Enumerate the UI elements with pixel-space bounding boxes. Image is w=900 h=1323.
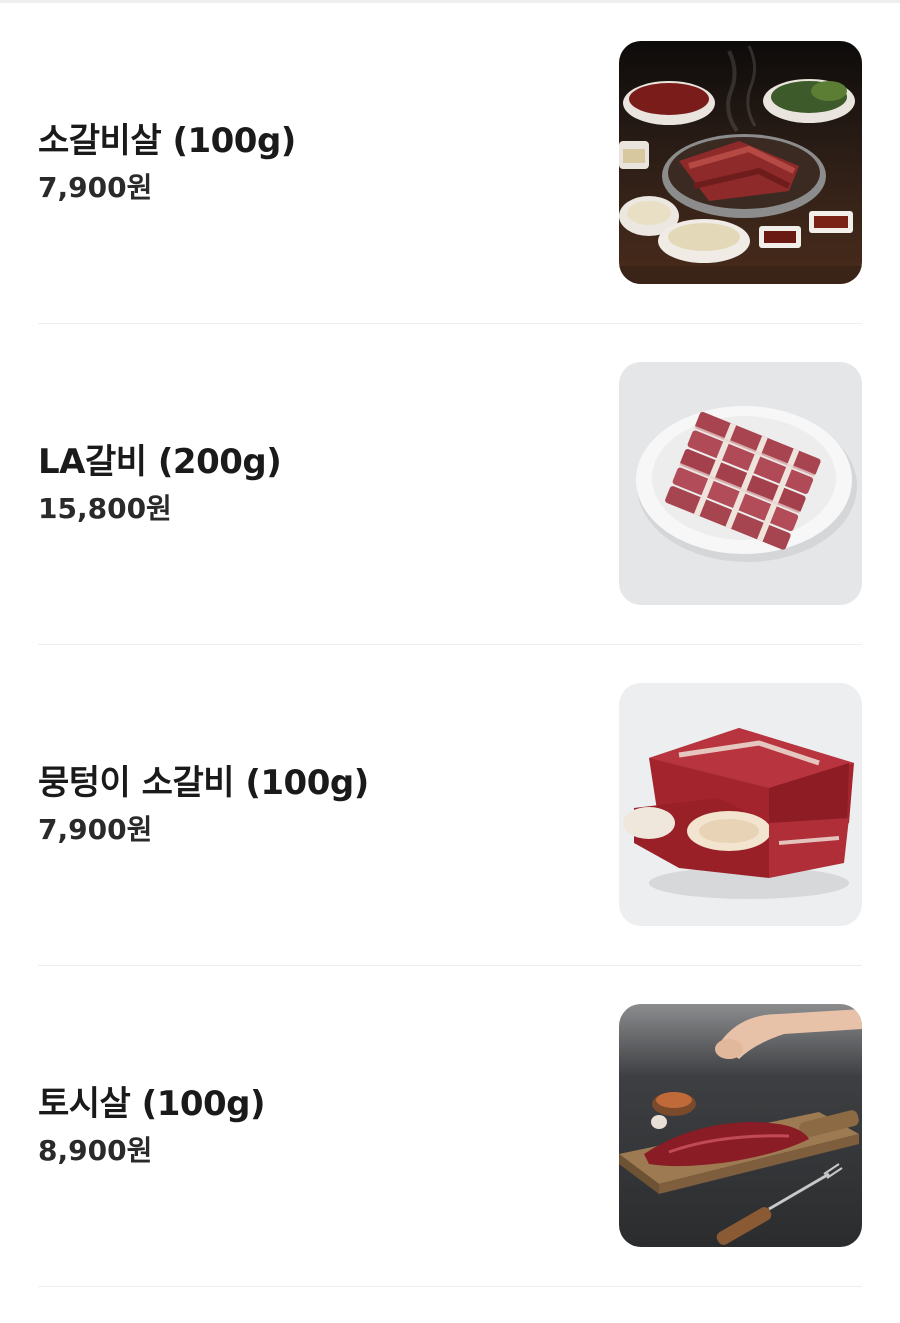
hanger-steak-board-photo[interactable] bbox=[619, 1004, 862, 1247]
menu-list: 소갈비살 (100g) 7,900원 LA갈비 (200g) 15,800원 뭉… bbox=[0, 3, 900, 1287]
menu-item-name: 토시살 (100g) bbox=[38, 1084, 266, 1124]
menu-item-text: 토시살 (100g) 8,900원 bbox=[38, 1082, 578, 1170]
hanger-steak-board-image bbox=[619, 1004, 862, 1247]
menu-item-tosisal[interactable]: 토시살 (100g) 8,900원 bbox=[38, 966, 862, 1287]
menu-item-name: LA갈비 (200g) bbox=[38, 442, 282, 482]
menu-item-sogalbisal[interactable]: 소갈비살 (100g) 7,900원 bbox=[38, 3, 862, 324]
menu-item-price: 7,900원 bbox=[38, 813, 153, 846]
menu-item-name: 뭉텅이 소갈비 (100g) bbox=[38, 763, 369, 803]
menu-item-name: 소갈비살 (100g) bbox=[38, 121, 296, 161]
menu-item-text: 소갈비살 (100g) 7,900원 bbox=[38, 119, 578, 207]
chunk-beef-rib-image bbox=[619, 683, 862, 926]
menu-item-price: 7,900원 bbox=[38, 171, 153, 204]
menu-item-text: 뭉텅이 소갈비 (100g) 7,900원 bbox=[38, 761, 578, 849]
menu-item-price: 15,800원 bbox=[38, 492, 172, 525]
menu-item-text: LA갈비 (200g) 15,800원 bbox=[38, 440, 578, 528]
grilled-beef-rib-meat-image bbox=[619, 41, 862, 284]
menu-item-chunk-galbi[interactable]: 뭉텅이 소갈비 (100g) 7,900원 bbox=[38, 645, 862, 966]
grilled-beef-rib-meat-photo[interactable] bbox=[619, 41, 862, 284]
la-galbi-plate-image bbox=[619, 362, 862, 605]
menu-item-price: 8,900원 bbox=[38, 1134, 153, 1167]
menu-item-la-galbi[interactable]: LA갈비 (200g) 15,800원 bbox=[38, 324, 862, 645]
la-galbi-plate-photo[interactable] bbox=[619, 362, 862, 605]
chunk-beef-rib-photo[interactable] bbox=[619, 683, 862, 926]
